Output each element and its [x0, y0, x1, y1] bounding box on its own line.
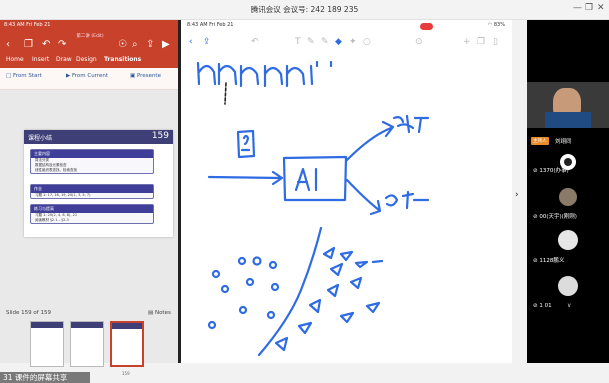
slide-title-bar: 课程小结 159	[24, 130, 173, 144]
from-start-button[interactable]: □ From Start	[6, 73, 42, 79]
minimize-button[interactable]: —	[573, 3, 582, 13]
presenter-button[interactable]: ▣ Presente	[130, 73, 161, 79]
slide-box-line: 线性组织表查找、检索查找	[35, 168, 77, 172]
notes-button[interactable]: ▤ Notes	[148, 310, 171, 316]
thumbnail-bar	[71, 322, 103, 328]
participant-name: ⊘ 1128鹏义	[533, 258, 565, 264]
chevron-right-icon[interactable]: ›	[515, 190, 519, 200]
undo-icon[interactable]: ↶	[42, 39, 50, 50]
participant-name: ⊘ 1 01	[533, 303, 552, 309]
slide-box-line: 习题 1: 17, 18, 19, 20(1, 3, 5, 7)	[35, 193, 91, 197]
participant-shirt	[545, 112, 591, 128]
participant-list: 主持人 刘翊同 ⊘ 1370(办事) ⊘ 00(天宇)(刚刚) ⊘ 1128鹏义…	[527, 20, 609, 363]
mic-muted-icon: ⊘	[533, 168, 538, 174]
screen-share-banner: 31 课件的屏幕共享	[0, 372, 90, 383]
avatar	[558, 230, 578, 250]
avatar	[559, 188, 577, 206]
search-icon[interactable]: ⌕	[132, 39, 138, 50]
presenter-icon: ▣	[130, 73, 136, 79]
play-small-icon: ▶	[66, 73, 71, 79]
participant-name: 刘翊同	[555, 139, 572, 145]
slide-box-content: 主要内容 算法分类 数据结构及元素检查 线性组织表查找、检索查找	[30, 149, 154, 174]
from-current-button[interactable]: ▶ From Current	[66, 73, 108, 79]
slide-title: 课程小结	[28, 135, 53, 142]
slide-thumbnail[interactable]	[30, 321, 64, 367]
slide-box-heading: 作业	[31, 185, 153, 193]
tab-home[interactable]: Home	[6, 56, 24, 63]
participant-name: ⊘ 00(天宇)(刚刚)	[533, 214, 577, 220]
tab-insert[interactable]: Insert	[32, 56, 49, 63]
back-icon[interactable]: ‹	[6, 39, 10, 50]
presenter-label: Presente	[136, 73, 161, 79]
notes-app: 8:43 AM Fri Feb 21 ◠ 83% ‹ ⇪ ↶ T ✎ ✎ ◆ ✦…	[181, 20, 512, 363]
avatar	[558, 276, 578, 296]
notes-icon: ▤	[148, 310, 154, 316]
slide-box-homework: 作业 习题 1: 17, 18, 19, 20(1, 3, 5, 7)	[30, 184, 154, 199]
from-current-label: From Current	[71, 73, 109, 79]
meeting-title: 腾讯会议 会议号: 242 189 235	[250, 5, 359, 14]
slide-box-practice: 练习与提高 习题 1: 20(2, 4, 6, 8), 21 阅读教材 §2.1…	[30, 204, 154, 224]
handwriting-canvas[interactable]	[181, 20, 512, 363]
thumbnail-number: 159	[122, 371, 130, 376]
slideshow-icon: □	[6, 73, 12, 79]
chevron-down-icon[interactable]: ∨	[567, 302, 571, 309]
thumbnail-bar	[112, 323, 142, 329]
redo-icon[interactable]: ↷	[58, 39, 66, 50]
file-icon[interactable]: ❐	[24, 39, 33, 50]
ppt-ribbon: □ From Start ▶ From Current ▣ Presente	[0, 68, 178, 90]
slide-thumbnail-selected[interactable]	[110, 321, 144, 367]
slide-count: Slide 159 of 159	[6, 310, 51, 316]
close-button[interactable]: ✕	[597, 3, 605, 13]
tab-transitions[interactable]: Transitions	[104, 56, 141, 63]
slide-thumbnail[interactable]	[70, 321, 104, 367]
document-title: 第二讲 (Edit)	[76, 34, 104, 39]
participant-video[interactable]	[527, 82, 609, 128]
from-start-label: From Start	[12, 73, 42, 79]
restore-button[interactable]: ❐	[585, 3, 593, 13]
current-slide[interactable]: 课程小结 159 主要内容 算法分类 数据结构及元素检查 线性组织表查找、检索查…	[24, 130, 173, 237]
thumbnail-bar	[31, 322, 63, 328]
powerpoint-panel: 8:43 AM Fri Feb 21 第二讲 (Edit) ‹ ❐ ↶ ↷ ☉ …	[0, 20, 178, 383]
ppt-status-time: 8:43 AM Fri Feb 21	[4, 22, 51, 28]
slide-box-heading: 主要内容	[31, 150, 153, 158]
avatar-mark	[564, 158, 572, 166]
participant-name: ⊘ 1370(办事)	[533, 168, 569, 174]
tab-draw[interactable]: Draw	[56, 56, 72, 63]
share-icon[interactable]: ⇪	[146, 39, 154, 50]
lightbulb-icon[interactable]: ☉	[118, 39, 127, 50]
mic-muted-icon: ⊘	[533, 303, 538, 309]
host-badge: 主持人	[531, 137, 549, 145]
slide-box-heading: 练习与提高	[31, 205, 153, 213]
slide-box-line: 阅读教材 §2.1 – §2.3	[35, 218, 69, 222]
notes-label: Notes	[154, 310, 171, 316]
screen-share-label: 31 课件的屏幕共享	[3, 373, 68, 382]
play-icon[interactable]: ▶	[162, 39, 170, 50]
slide-number: 159	[151, 131, 169, 141]
tab-design[interactable]: Design	[76, 56, 97, 63]
